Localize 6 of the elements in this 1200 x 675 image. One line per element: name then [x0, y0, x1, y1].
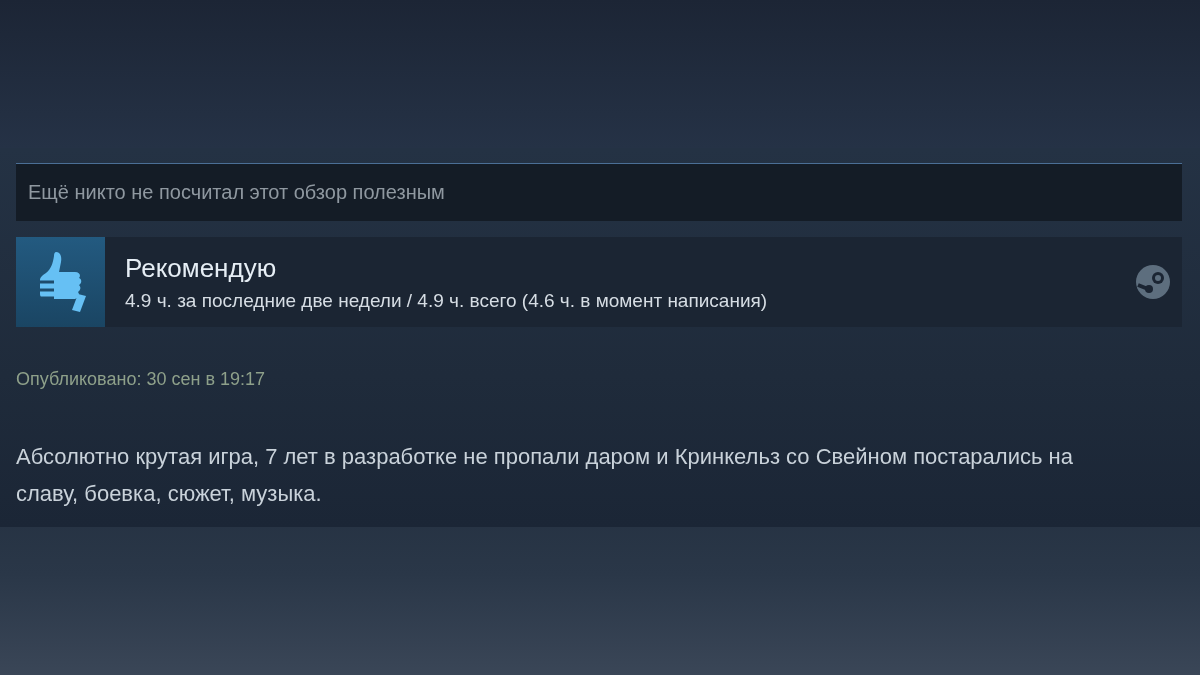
playtime-text: 4.9 ч. за последние две недели / 4.9 ч. всего (4.6 ч. в момент написания): [125, 289, 769, 312]
steam-logo-icon: [1136, 265, 1170, 299]
review-text: Абсолютно крутая игра, 7 лет в разработке не пропали даром и Кринкельз со Свейном постарались на славу, боевка, сюжет, музыка.: [16, 443, 1074, 508]
helpful-note: Ещё никто не посчитал этот обзор полезным: [16, 163, 1182, 221]
verdict-title: Рекомендую: [125, 252, 278, 284]
posted-date: Опубликовано: 30 сен в 19:17: [16, 369, 266, 390]
